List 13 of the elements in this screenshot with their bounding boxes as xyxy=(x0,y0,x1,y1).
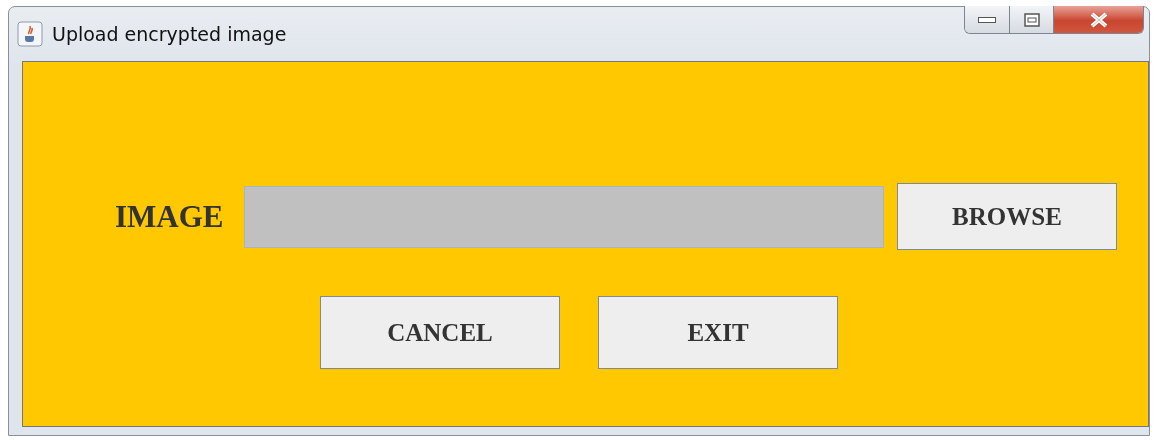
action-button[interactable]: CANCEL xyxy=(320,296,560,369)
browse-button[interactable]: BROWSE xyxy=(897,183,1117,250)
close-button[interactable] xyxy=(1053,6,1143,33)
image-label: IMAGE xyxy=(115,198,225,235)
maximize-button[interactable] xyxy=(1009,6,1053,33)
minimize-icon xyxy=(978,16,996,23)
action-button[interactable]: EXIT xyxy=(598,296,838,369)
java-cup-icon xyxy=(17,21,43,47)
window-title: Upload encrypted image xyxy=(52,23,287,45)
image-path-field[interactable] xyxy=(244,185,884,248)
minimize-button[interactable] xyxy=(965,6,1009,33)
close-icon xyxy=(1088,11,1109,28)
maximize-icon xyxy=(1023,12,1040,27)
